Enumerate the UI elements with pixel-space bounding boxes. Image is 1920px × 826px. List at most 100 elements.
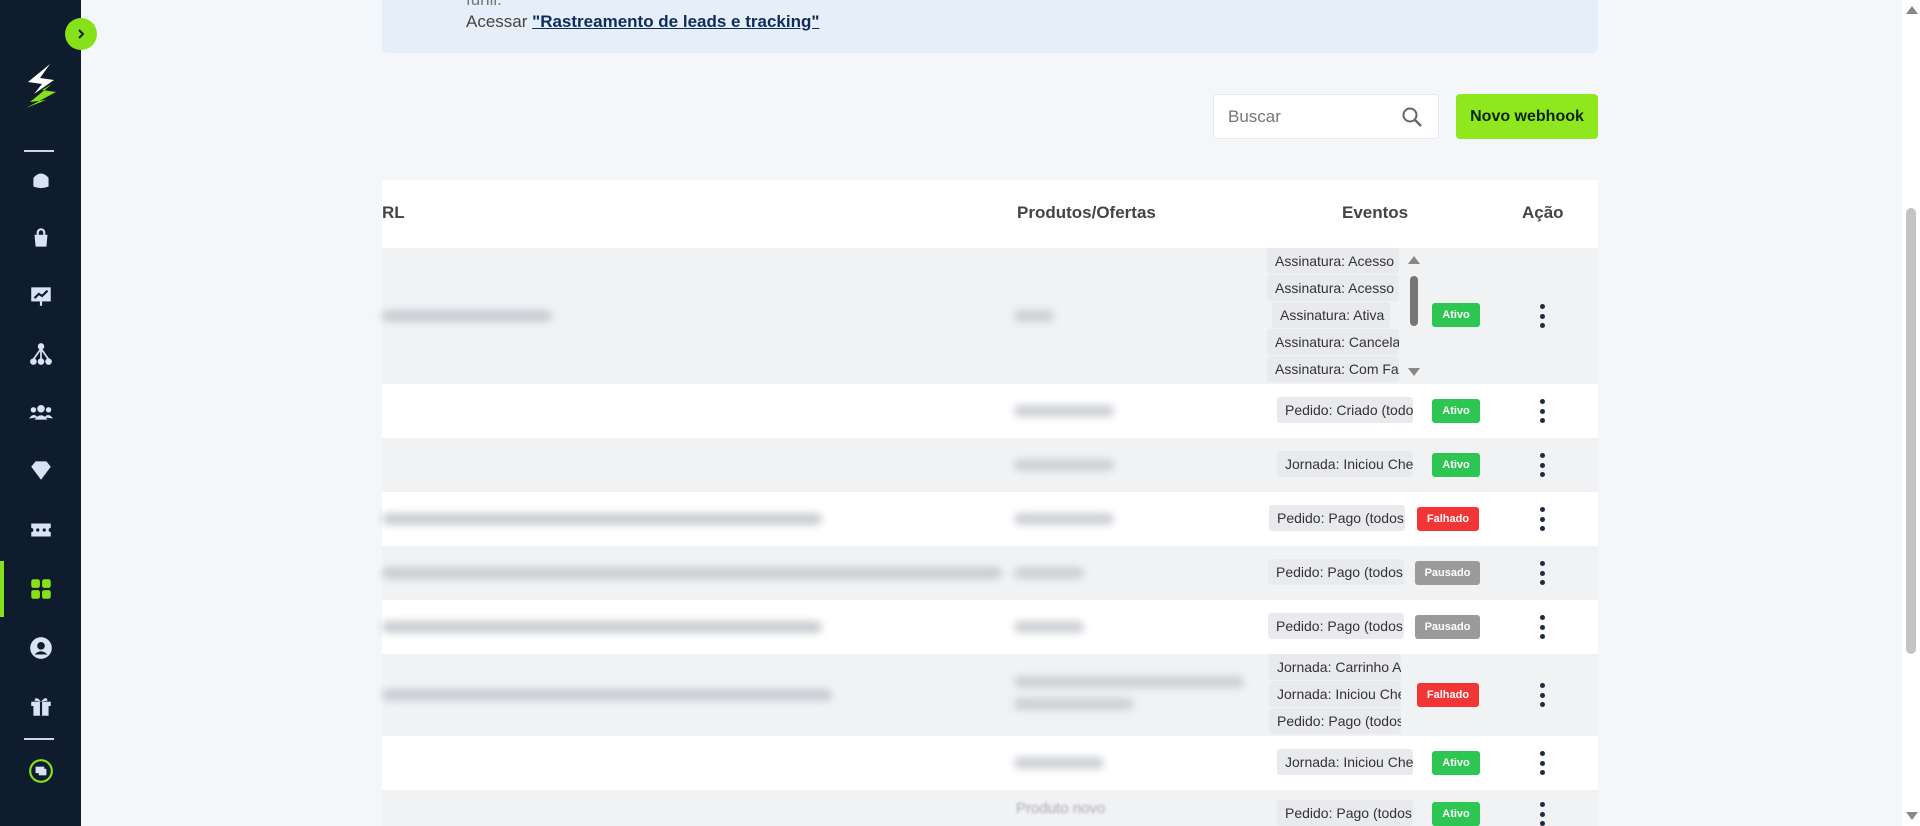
status-badge: Ativo (1432, 802, 1480, 826)
sidebar-item-home[interactable] (0, 152, 81, 208)
blurred-product (1014, 310, 1054, 322)
banner-access-label: Acessar (466, 12, 533, 31)
sidebar-toggle-button[interactable] (65, 18, 97, 50)
sidebar-item-rewards[interactable] (0, 678, 81, 734)
blurred-product (1014, 676, 1244, 688)
row-menu-icon[interactable] (1537, 615, 1547, 639)
status-badge: Ativo (1432, 751, 1480, 775)
table-header: RL Produtos/Ofertas Eventos Ação (382, 180, 1598, 248)
banner-prefix: funil. (466, 0, 502, 10)
header-events: Eventos (1342, 203, 1409, 222)
bag-icon (34, 228, 47, 247)
blurred-url (382, 310, 552, 322)
event-tag: Pedido: Pago (todos (1277, 800, 1413, 826)
tracking-link[interactable]: "Rastreamento de leads e tracking" (532, 12, 819, 31)
event-tag: Pedido: Pago (todos (1268, 613, 1404, 639)
header-action: Ação (1522, 203, 1564, 222)
status-badge: Ativo (1432, 453, 1480, 477)
row-menu-icon[interactable] (1537, 561, 1547, 585)
ticket-icon (30, 523, 51, 537)
home-icon (32, 173, 49, 189)
table-row[interactable]: Pedido: Pago (todos Falhado (382, 492, 1598, 546)
scroll-up-icon[interactable] (1906, 6, 1918, 14)
new-webhook-button[interactable]: Novo webhook (1456, 94, 1598, 139)
event-tag: Pedido: Pago (todos (1269, 708, 1401, 734)
gift-icon (30, 698, 51, 716)
diamond-icon (30, 461, 51, 480)
apps-grid-icon (30, 579, 51, 599)
table-row[interactable]: Jornada: Iniciou Che Ativo (382, 438, 1598, 492)
status-badge: Ativo (1432, 399, 1480, 423)
presentation-chart-icon (30, 287, 51, 306)
table-row[interactable]: Pedido: Criado (todos Ativo (382, 384, 1598, 438)
sidebar-item-affiliates[interactable] (0, 326, 81, 382)
table-row[interactable]: Produto novo Pedido: Pago (todos Ativo (382, 790, 1598, 826)
scroll-thumb[interactable] (1906, 208, 1916, 654)
event-tag: Pedido: Pago (todos (1268, 559, 1404, 585)
event-tag: Assinatura: Acesso P (1267, 275, 1399, 301)
info-banner: funil. Acessar "Rastreamento de leads e … (382, 0, 1598, 53)
event-tag: Assinatura: Ativa (1272, 302, 1390, 328)
page-scrollbar[interactable] (1902, 0, 1920, 826)
status-badge: Falhado (1417, 683, 1479, 707)
row-menu-icon[interactable] (1537, 802, 1547, 826)
sidebar-item-profile[interactable] (0, 620, 81, 676)
product-name: Produto novo (1016, 800, 1106, 817)
banner-text: Acessar "Rastreamento de leads e trackin… (466, 12, 819, 32)
event-tag: Jornada: Iniciou Che (1269, 681, 1401, 707)
events-scrollbar[interactable] (1407, 248, 1421, 384)
blurred-url (382, 621, 822, 633)
blurred-product (1014, 513, 1114, 525)
sidebar (0, 0, 81, 826)
table-row[interactable]: Pedido: Pago (todos Pausado (382, 546, 1598, 600)
status-badge: Ativo (1432, 303, 1480, 327)
webhooks-table: RL Produtos/Ofertas Eventos Ação Assinat… (382, 180, 1598, 826)
sidebar-item-members[interactable] (0, 384, 81, 440)
blurred-product (1014, 757, 1104, 769)
table-row[interactable]: Jornada: Carrinho Ab Jornada: Iniciou Ch… (382, 654, 1598, 736)
search-icon[interactable] (1400, 105, 1424, 129)
search-box (1213, 94, 1439, 139)
event-tag: Assinatura: Cancelad (1267, 329, 1399, 355)
sidebar-item-support[interactable] (0, 743, 81, 799)
blurred-product (1014, 698, 1134, 710)
blurred-product (1014, 405, 1114, 417)
event-tag: Pedido: Pago (todos (1269, 505, 1405, 531)
app-logo[interactable] (20, 62, 62, 110)
users-icon (28, 404, 53, 420)
table-row[interactable]: Pedido: Pago (todos Pausado (382, 600, 1598, 654)
sidebar-item-apps[interactable] (0, 561, 81, 617)
sidebar-divider (24, 738, 54, 740)
sidebar-item-plans[interactable] (0, 442, 81, 498)
row-menu-icon[interactable] (1537, 399, 1547, 423)
event-tag: Assinatura: Com Fall (1267, 356, 1399, 382)
blurred-product (1014, 459, 1114, 471)
blurred-url (382, 567, 1002, 579)
scroll-down-icon[interactable] (1906, 812, 1918, 820)
row-menu-icon[interactable] (1537, 683, 1547, 707)
status-badge: Pausado (1415, 615, 1480, 639)
blurred-product (1014, 567, 1084, 579)
table-row[interactable]: Jornada: Iniciou Che Ativo (382, 736, 1598, 790)
row-menu-icon[interactable] (1537, 453, 1547, 477)
status-badge: Falhado (1417, 507, 1479, 531)
blurred-url (382, 513, 822, 525)
blurred-product (1014, 621, 1084, 633)
chat-icon (28, 759, 53, 783)
row-menu-icon[interactable] (1537, 507, 1547, 531)
event-tag: Jornada: Carrinho Ab (1269, 654, 1401, 680)
sidebar-item-coupons[interactable] (0, 502, 81, 558)
event-tag: Assinatura: Acesso L (1267, 248, 1399, 274)
row-menu-icon[interactable] (1537, 304, 1547, 328)
table-row[interactable]: Assinatura: Acesso L Assinatura: Acesso … (382, 248, 1598, 384)
event-tag: Jornada: Iniciou Che (1277, 749, 1413, 775)
header-url: RL (382, 203, 405, 222)
sidebar-item-sales[interactable] (0, 268, 81, 324)
event-tag: Jornada: Iniciou Che (1277, 451, 1413, 477)
header-products: Produtos/Ofertas (1017, 203, 1156, 222)
row-menu-icon[interactable] (1537, 751, 1547, 775)
search-input[interactable] (1228, 106, 1388, 127)
sidebar-item-products[interactable] (0, 210, 81, 266)
network-icon (29, 343, 52, 365)
chevron-right-icon (78, 29, 85, 39)
